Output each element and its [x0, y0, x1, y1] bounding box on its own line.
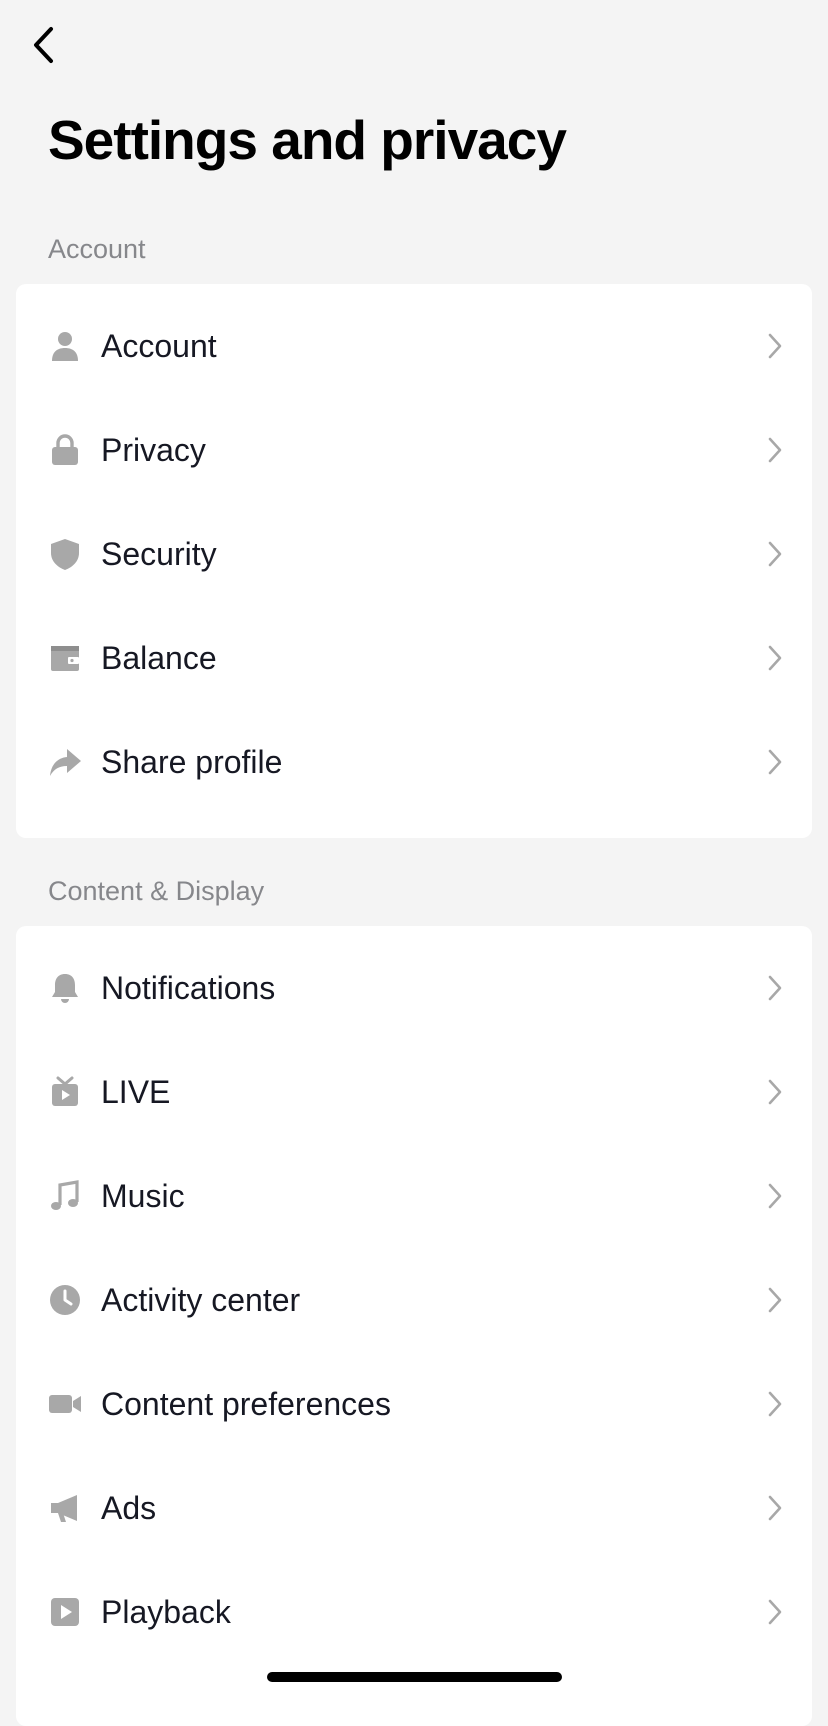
settings-item-playback[interactable]: Playback — [16, 1560, 812, 1664]
settings-item-label: Playback — [101, 1594, 231, 1630]
chevron-right-icon — [766, 436, 784, 464]
settings-item-live[interactable]: LIVE — [16, 1040, 812, 1144]
page-title: Settings and privacy — [48, 109, 567, 171]
settings-item-content-preferences[interactable]: Content preferences — [16, 1352, 812, 1456]
settings-item-label: Activity center — [101, 1282, 301, 1318]
play-icon — [48, 1595, 82, 1629]
clock-icon — [48, 1283, 82, 1317]
chevron-right-icon — [766, 540, 784, 568]
settings-item-security[interactable]: Security — [16, 502, 812, 606]
bell-icon — [48, 971, 82, 1005]
settings-item-label: Balance — [101, 640, 217, 676]
chevron-right-icon — [766, 332, 784, 360]
settings-item-account[interactable]: Account — [16, 294, 812, 398]
settings-item-label: Share profile — [101, 744, 283, 780]
chevron-right-icon — [766, 1182, 784, 1210]
settings-item-music[interactable]: Music — [16, 1144, 812, 1248]
music-note-icon — [48, 1179, 82, 1213]
chevron-right-icon — [766, 644, 784, 672]
chevron-right-icon — [766, 1078, 784, 1106]
settings-group-account: Account Privacy Security Balance Share p… — [16, 284, 812, 838]
chevron-left-icon — [34, 27, 53, 63]
settings-item-share-profile[interactable]: Share profile — [16, 710, 812, 814]
share-arrow-icon — [48, 745, 82, 779]
shield-icon — [48, 537, 82, 571]
chevron-right-icon — [766, 1598, 784, 1626]
settings-item-notifications[interactable]: Notifications — [16, 936, 812, 1040]
settings-item-label: Content preferences — [101, 1386, 391, 1422]
wallet-icon — [48, 641, 82, 675]
chevron-right-icon — [766, 1494, 784, 1522]
section-label-content-display: Content & Display — [48, 876, 265, 906]
lock-icon — [48, 433, 82, 467]
settings-item-ads[interactable]: Ads — [16, 1456, 812, 1560]
chevron-right-icon — [766, 1286, 784, 1314]
tv-icon — [48, 1075, 82, 1109]
section-label-account: Account — [48, 234, 146, 264]
megaphone-icon — [48, 1491, 82, 1525]
chevron-right-icon — [766, 1390, 784, 1418]
person-icon — [48, 329, 82, 363]
settings-item-label: Music — [101, 1178, 185, 1214]
settings-item-label: Notifications — [101, 970, 276, 1006]
back-button[interactable] — [24, 22, 64, 68]
home-indicator[interactable] — [267, 1672, 562, 1682]
settings-item-activity-center[interactable]: Activity center — [16, 1248, 812, 1352]
settings-item-label: Security — [101, 536, 217, 572]
settings-item-label: Privacy — [101, 432, 206, 468]
settings-group-content-display: Notifications LIVE Music Activity center… — [16, 926, 812, 1726]
chevron-right-icon — [766, 748, 784, 776]
chevron-right-icon — [766, 974, 784, 1002]
settings-item-label: Ads — [101, 1490, 157, 1526]
settings-item-balance[interactable]: Balance — [16, 606, 812, 710]
video-camera-icon — [48, 1387, 82, 1421]
settings-item-label: Account — [101, 328, 217, 364]
settings-item-label: LIVE — [101, 1074, 171, 1110]
settings-item-privacy[interactable]: Privacy — [16, 398, 812, 502]
